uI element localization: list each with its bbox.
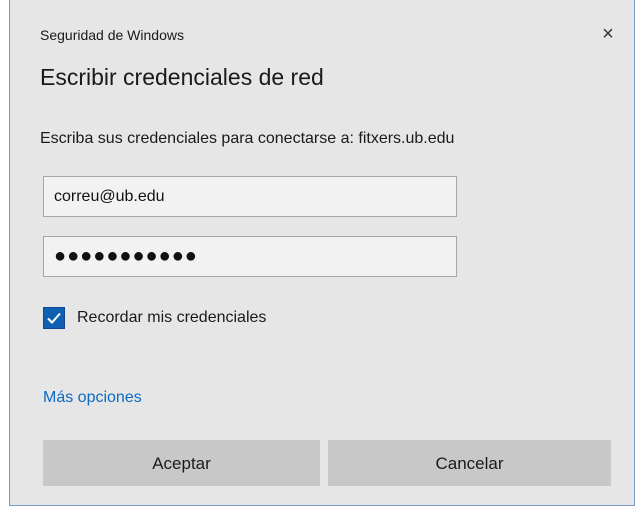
accept-button[interactable]: Aceptar (43, 440, 320, 486)
remember-credentials-label: Recordar mis credenciales (77, 309, 267, 326)
window-caption: Seguridad de Windows (40, 27, 184, 43)
remember-credentials-checkbox[interactable]: Recordar mis credenciales (43, 307, 266, 329)
checkbox-checked-icon[interactable] (43, 307, 65, 329)
dialog-heading: Escribir credenciales de red (40, 64, 324, 90)
username-field[interactable] (43, 176, 457, 217)
cancel-button[interactable]: Cancelar (328, 440, 611, 486)
close-icon[interactable]: × (594, 22, 622, 46)
password-field[interactable] (43, 236, 457, 277)
more-options-link[interactable]: Más opciones (43, 389, 142, 407)
dialog-description: Escriba sus credenciales para conectarse… (40, 130, 455, 147)
credentials-dialog: Seguridad de Windows × Escribir credenci… (9, 0, 635, 506)
